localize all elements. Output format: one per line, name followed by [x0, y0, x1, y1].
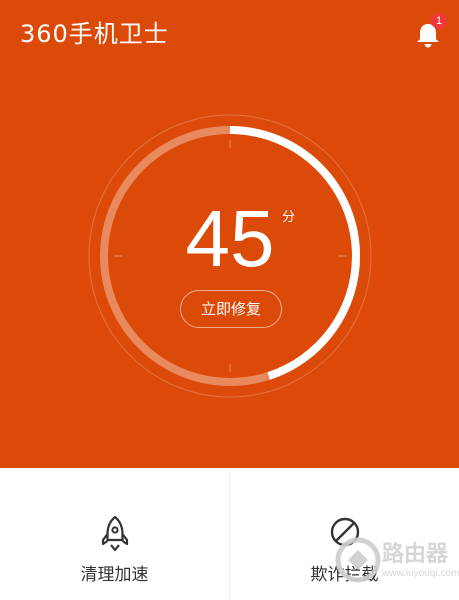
- clean-boost-label: 清理加速: [80, 565, 149, 585]
- rocket-icon: [98, 514, 132, 554]
- watermark-sub: www.luyouqi.com: [382, 568, 459, 579]
- security-score: 45: [185, 194, 275, 283]
- score-unit: 分: [282, 210, 296, 225]
- header-panel: 360手机卫士 1 45 分 立即修复: [0, 0, 459, 468]
- fix-now-button[interactable]: 立即修复: [180, 290, 282, 328]
- clean-boost-button[interactable]: 清理加速: [0, 468, 229, 600]
- watermark-text: 路由器: [382, 542, 449, 567]
